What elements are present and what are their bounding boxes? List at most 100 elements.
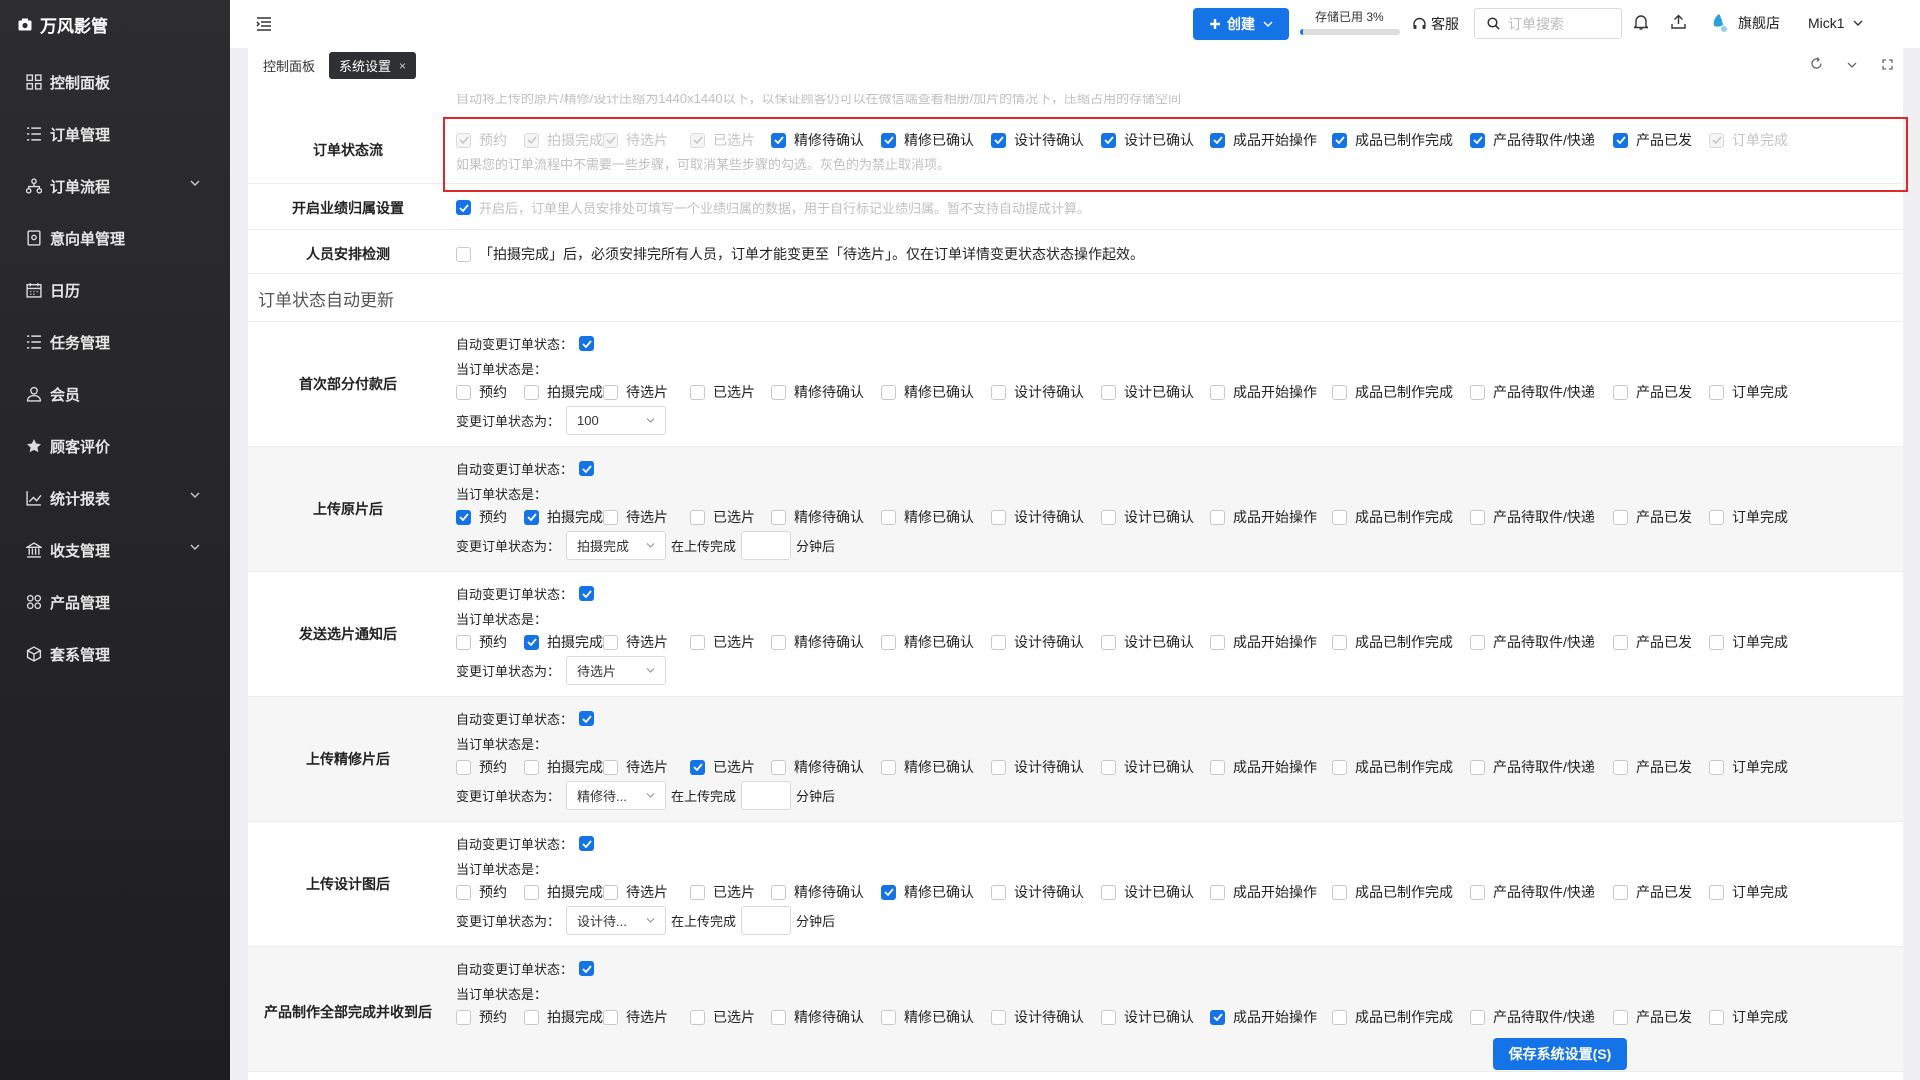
rule-status-option[interactable]: 产品已发 bbox=[1613, 1007, 1709, 1027]
rule-status-option[interactable]: 精修待确认 bbox=[771, 1007, 881, 1027]
checkbox[interactable] bbox=[1709, 384, 1724, 400]
checkbox[interactable] bbox=[991, 1009, 1006, 1025]
checkbox[interactable] bbox=[1210, 1009, 1225, 1025]
auto-change-checkbox[interactable] bbox=[579, 961, 595, 976]
rule-status-option[interactable]: 订单完成 bbox=[1709, 757, 1789, 777]
rule-status-option[interactable]: 设计待确认 bbox=[991, 882, 1101, 902]
checkbox[interactable] bbox=[1470, 384, 1485, 400]
rule-status-option[interactable]: 订单完成 bbox=[1709, 882, 1789, 902]
tab-settings[interactable]: 系统设置 × bbox=[329, 52, 417, 79]
minutes-input[interactable] bbox=[741, 781, 792, 810]
flow-status-option[interactable]: 成品开始操作 bbox=[1210, 130, 1332, 150]
rule-status-option[interactable]: 订单完成 bbox=[1709, 507, 1789, 527]
checkbox[interactable] bbox=[524, 884, 539, 900]
checkbox[interactable] bbox=[771, 634, 786, 650]
rule-status-option[interactable]: 成品已制作完成 bbox=[1332, 382, 1470, 402]
checkbox[interactable] bbox=[690, 1009, 705, 1025]
flow-status-option[interactable]: 设计待确认 bbox=[991, 130, 1101, 150]
flow-status-option[interactable]: 产品已发 bbox=[1613, 130, 1709, 150]
checkbox[interactable] bbox=[603, 759, 618, 775]
order-search[interactable] bbox=[1474, 8, 1622, 39]
sidebar-item-intent-orders[interactable]: 意向单管理 bbox=[0, 212, 230, 264]
checkbox[interactable] bbox=[991, 384, 1006, 400]
rule-status-option[interactable]: 设计待确认 bbox=[991, 382, 1101, 402]
checkbox[interactable] bbox=[1332, 759, 1347, 775]
target-status-select[interactable]: 设计待... bbox=[566, 906, 667, 935]
refresh-icon[interactable] bbox=[1810, 57, 1823, 70]
checkbox[interactable] bbox=[881, 1009, 896, 1025]
sidebar-item-order-flow[interactable]: 订单流程 bbox=[0, 160, 230, 212]
performance-checkbox[interactable] bbox=[456, 200, 471, 215]
checkbox[interactable] bbox=[771, 509, 786, 525]
rule-status-option[interactable]: 精修待确认 bbox=[771, 632, 881, 652]
rule-status-option[interactable]: 产品待取件/快递 bbox=[1470, 382, 1613, 402]
checkbox[interactable] bbox=[881, 132, 896, 148]
staff-check-checkbox[interactable] bbox=[456, 246, 471, 262]
rule-status-option[interactable]: 精修已确认 bbox=[881, 757, 991, 777]
checkbox[interactable] bbox=[456, 509, 471, 525]
checkbox[interactable] bbox=[1210, 384, 1225, 400]
checkbox[interactable] bbox=[1210, 759, 1225, 775]
checkbox[interactable] bbox=[456, 1009, 471, 1025]
rule-status-option[interactable]: 产品已发 bbox=[1613, 632, 1709, 652]
flow-status-option[interactable]: 已选片 bbox=[690, 130, 771, 150]
sidebar-item-calendar[interactable]: 日历 bbox=[0, 264, 230, 316]
checkbox[interactable] bbox=[991, 884, 1006, 900]
checkbox[interactable] bbox=[1613, 509, 1628, 525]
target-status-select[interactable]: 精修待... bbox=[566, 781, 667, 810]
checkbox[interactable] bbox=[524, 384, 539, 400]
rule-status-option[interactable]: 待选片 bbox=[603, 382, 690, 402]
checkbox[interactable] bbox=[1613, 634, 1628, 650]
flow-status-option[interactable]: 产品待取件/快递 bbox=[1470, 130, 1613, 150]
checkbox[interactable] bbox=[1210, 509, 1225, 525]
checkbox[interactable] bbox=[1613, 759, 1628, 775]
checkbox[interactable] bbox=[881, 759, 896, 775]
rule-status-option[interactable]: 产品待取件/快递 bbox=[1470, 507, 1613, 527]
checkbox[interactable] bbox=[771, 132, 786, 148]
rule-status-option[interactable]: 成品已制作完成 bbox=[1332, 882, 1470, 902]
sidebar-item-packages[interactable]: 套系管理 bbox=[0, 628, 230, 680]
checkbox[interactable] bbox=[991, 759, 1006, 775]
rule-status-option[interactable]: 成品已制作完成 bbox=[1332, 757, 1470, 777]
rule-status-option[interactable]: 待选片 bbox=[603, 1007, 690, 1027]
checkbox[interactable] bbox=[771, 884, 786, 900]
checkbox[interactable] bbox=[1613, 132, 1628, 148]
rule-status-option[interactable]: 预约 bbox=[456, 757, 524, 777]
sidebar-item-members[interactable]: 会员 bbox=[0, 368, 230, 420]
checkbox[interactable] bbox=[881, 384, 896, 400]
rule-status-option[interactable]: 设计已确认 bbox=[1101, 507, 1210, 527]
checkbox[interactable] bbox=[1470, 634, 1485, 650]
checkbox[interactable] bbox=[456, 384, 471, 400]
rule-status-option[interactable]: 产品待取件/快递 bbox=[1470, 632, 1613, 652]
checkbox[interactable] bbox=[1709, 1009, 1724, 1025]
rule-status-option[interactable]: 精修已确认 bbox=[881, 382, 991, 402]
checkbox[interactable] bbox=[1101, 132, 1116, 148]
rule-status-option[interactable]: 成品开始操作 bbox=[1210, 507, 1332, 527]
checkbox[interactable] bbox=[1332, 132, 1347, 148]
customer-service-button[interactable]: 客服 bbox=[1412, 14, 1459, 34]
rule-status-option[interactable]: 待选片 bbox=[603, 882, 690, 902]
checkbox[interactable] bbox=[1709, 634, 1724, 650]
checkbox[interactable] bbox=[1470, 884, 1485, 900]
search-input[interactable] bbox=[1508, 15, 1608, 32]
checkbox[interactable] bbox=[1101, 884, 1116, 900]
fullscreen-icon[interactable] bbox=[1882, 59, 1893, 70]
checkbox[interactable] bbox=[1613, 384, 1628, 400]
checkbox[interactable] bbox=[1210, 884, 1225, 900]
checkbox[interactable] bbox=[603, 884, 618, 900]
rule-status-option[interactable]: 成品已制作完成 bbox=[1332, 507, 1470, 527]
checkbox[interactable] bbox=[456, 634, 471, 650]
rule-status-option[interactable]: 成品开始操作 bbox=[1210, 632, 1332, 652]
auto-change-checkbox[interactable] bbox=[579, 586, 595, 601]
checkbox[interactable] bbox=[690, 509, 705, 525]
chevron-down-icon[interactable] bbox=[1847, 62, 1857, 68]
sidebar-item-finance[interactable]: 收支管理 bbox=[0, 524, 230, 576]
bell-icon[interactable] bbox=[1634, 14, 1648, 30]
checkbox[interactable] bbox=[1101, 1009, 1116, 1025]
minutes-input[interactable] bbox=[741, 531, 792, 560]
checkbox[interactable] bbox=[456, 759, 471, 775]
rule-status-option[interactable]: 已选片 bbox=[690, 382, 771, 402]
checkbox[interactable] bbox=[690, 759, 705, 775]
rule-status-option[interactable]: 预约 bbox=[456, 382, 524, 402]
checkbox[interactable] bbox=[1101, 509, 1116, 525]
